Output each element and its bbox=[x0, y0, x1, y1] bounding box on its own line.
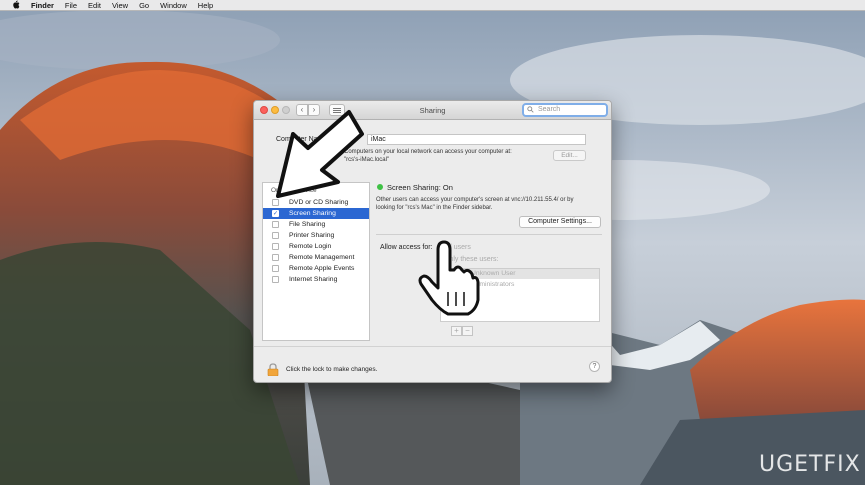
computer-settings-button[interactable]: Computer Settings... bbox=[519, 216, 601, 228]
service-label: DVD or CD Sharing bbox=[289, 199, 349, 206]
users-list: Unknown User Administrators bbox=[440, 268, 600, 322]
service-label: Printer Sharing bbox=[289, 232, 335, 239]
sharing-description: Other users can access your computer's s… bbox=[376, 197, 574, 203]
service-label: Screen Sharing bbox=[289, 210, 336, 217]
list-item[interactable]: Administrators bbox=[471, 281, 514, 288]
remove-user-button[interactable]: − bbox=[462, 326, 473, 336]
computer-name-field[interactable]: iMac bbox=[367, 134, 586, 145]
computer-name-label: Computer Name: bbox=[276, 136, 330, 143]
services-header-service: Service bbox=[295, 187, 317, 194]
sharing-description-line2: looking for "rcs's Mac" in the Finder si… bbox=[376, 205, 493, 211]
lock-hint: Click the lock to make changes. bbox=[286, 366, 378, 373]
allow-access-label: Allow access for: bbox=[380, 244, 433, 251]
service-screen-sharing[interactable]: ✓ Screen Sharing bbox=[263, 208, 369, 219]
sharing-window: ‹ › Sharing Search Computer Name: iMac C… bbox=[253, 100, 612, 383]
network-address-text: Computers on your local network can acce… bbox=[344, 149, 512, 155]
search-icon bbox=[527, 106, 534, 113]
add-user-button[interactable]: + bbox=[451, 326, 462, 336]
watermark-text-c: FIX bbox=[823, 452, 861, 477]
service-printer-sharing[interactable]: Printer Sharing bbox=[263, 230, 369, 241]
menu-edit[interactable]: Edit bbox=[88, 1, 101, 10]
service-remote-login[interactable]: Remote Login bbox=[263, 241, 369, 252]
menu-go[interactable]: Go bbox=[139, 1, 149, 10]
service-checkbox[interactable] bbox=[272, 276, 279, 283]
watermark-text-b: ET bbox=[794, 452, 824, 477]
status-indicator-icon bbox=[377, 184, 383, 190]
service-checkbox[interactable] bbox=[272, 232, 279, 239]
menu-window[interactable]: Window bbox=[160, 1, 187, 10]
watermark-logo: UGETFIX bbox=[759, 452, 861, 477]
menu-file[interactable]: File bbox=[65, 1, 77, 10]
service-file-sharing[interactable]: File Sharing bbox=[263, 219, 369, 230]
service-checkbox[interactable] bbox=[272, 254, 279, 261]
service-label: File Sharing bbox=[289, 221, 326, 228]
help-button[interactable]: ? bbox=[589, 361, 600, 372]
title-bar: ‹ › Sharing Search bbox=[254, 101, 611, 120]
list-item[interactable]: Unknown User bbox=[471, 270, 516, 277]
service-internet-sharing[interactable]: Internet Sharing bbox=[263, 274, 369, 285]
service-label: Remote Management bbox=[289, 254, 355, 261]
service-checkbox[interactable] bbox=[272, 243, 279, 250]
services-list: On Service DVD or CD Sharing ✓ Screen Sh… bbox=[262, 182, 370, 341]
only-these-users-radio[interactable]: Only these users: bbox=[444, 256, 498, 263]
menu-help[interactable]: Help bbox=[198, 1, 213, 10]
divider bbox=[376, 234, 602, 235]
search-placeholder: Search bbox=[538, 106, 561, 113]
lock-icon[interactable] bbox=[267, 363, 279, 376]
network-hostname-text: "rcs's-iMac.local" bbox=[344, 157, 390, 163]
sharing-status: Screen Sharing: On bbox=[387, 183, 453, 192]
services-header-on: On bbox=[271, 187, 280, 194]
apple-menu-icon[interactable] bbox=[12, 0, 20, 11]
menu-finder[interactable]: Finder bbox=[31, 1, 54, 10]
users-list-selection bbox=[441, 269, 599, 279]
service-checkbox[interactable] bbox=[272, 265, 279, 272]
menu-view[interactable]: View bbox=[112, 1, 128, 10]
all-users-radio[interactable]: All users bbox=[444, 244, 471, 251]
menu-bar: Finder File Edit View Go Window Help bbox=[0, 0, 865, 11]
watermark-text-a: UG bbox=[759, 452, 795, 477]
service-label: Internet Sharing bbox=[289, 276, 338, 283]
footer-divider bbox=[254, 346, 611, 347]
service-checkbox[interactable]: ✓ bbox=[272, 210, 279, 217]
service-label: Remote Login bbox=[289, 243, 332, 250]
service-remote-apple-events[interactable]: Remote Apple Events bbox=[263, 263, 369, 274]
search-field[interactable]: Search bbox=[522, 103, 608, 117]
edit-button[interactable]: Edit... bbox=[553, 150, 586, 161]
service-checkbox[interactable] bbox=[272, 199, 279, 206]
service-checkbox[interactable] bbox=[272, 221, 279, 228]
service-dvd-sharing[interactable]: DVD or CD Sharing bbox=[263, 197, 369, 208]
service-label: Remote Apple Events bbox=[289, 265, 355, 272]
service-remote-management[interactable]: Remote Management bbox=[263, 252, 369, 263]
